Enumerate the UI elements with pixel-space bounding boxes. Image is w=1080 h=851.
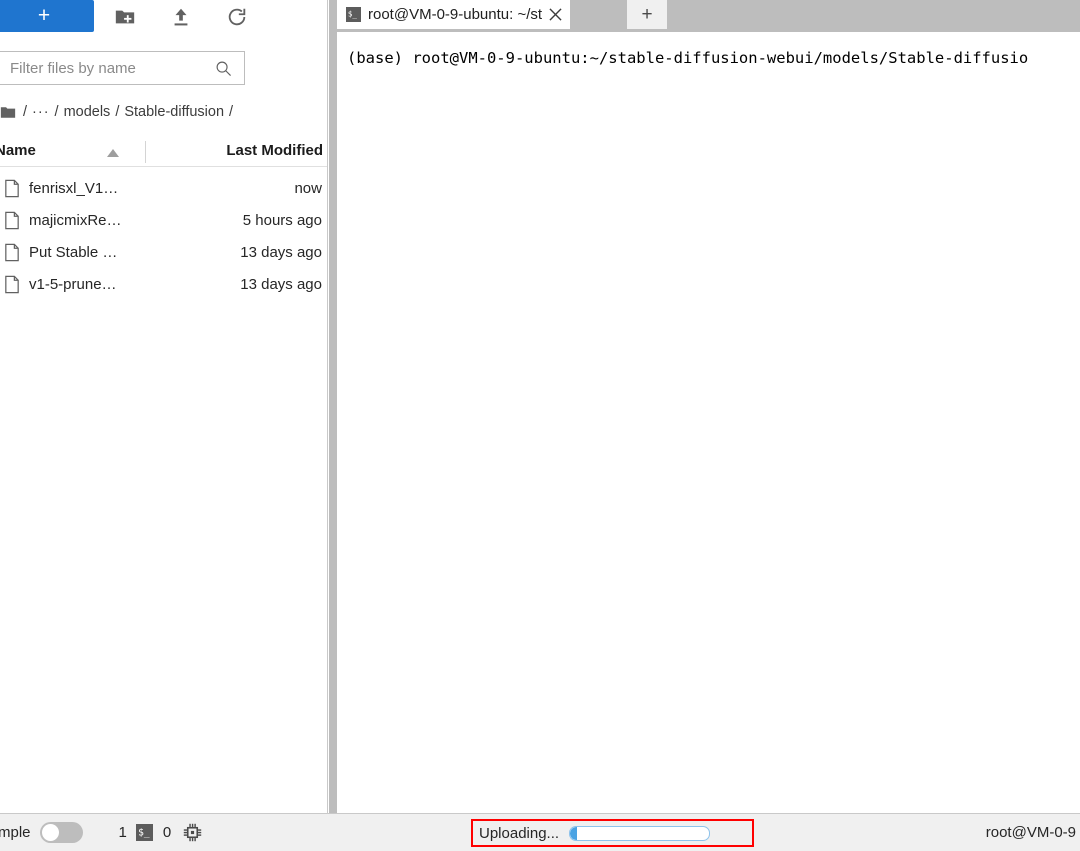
table-row[interactable]: majicmixRe… 5 hours ago xyxy=(0,204,327,236)
breadcrumb-separator-0: / xyxy=(23,104,28,120)
file-icon xyxy=(5,275,19,293)
cpu-chip-icon[interactable] xyxy=(183,823,202,842)
main-dock-area: $_ root@VM-0-9-ubuntu: ~/st + (base) roo… xyxy=(329,0,1080,813)
breadcrumb-item-stable-diffusion[interactable]: Stable-diffusion xyxy=(124,104,224,120)
new-tab-button[interactable]: + xyxy=(627,0,667,29)
filter-files-box[interactable] xyxy=(0,51,245,85)
file-modified: 5 hours ago xyxy=(242,211,322,229)
breadcrumb-separator-2: / xyxy=(115,104,120,120)
terminal-icon[interactable]: $_ xyxy=(135,824,153,841)
file-name: majicmixRe… xyxy=(29,211,122,229)
file-icon xyxy=(5,179,19,197)
file-name: Put Stable … xyxy=(29,243,118,261)
close-icon[interactable] xyxy=(549,8,562,21)
upload-status: Uploading... xyxy=(473,821,752,845)
table-row[interactable]: v1-5-prune… 13 days ago xyxy=(0,268,327,300)
file-list: fenrisxl_V1… now majicmixRe… 5 hours ago… xyxy=(0,172,327,300)
breadcrumb-separator-3: / xyxy=(229,104,234,120)
upload-progress-fill xyxy=(570,826,577,840)
tab-bar: $_ root@VM-0-9-ubuntu: ~/st + xyxy=(329,0,1080,29)
search-input[interactable] xyxy=(10,52,200,84)
file-browser-sidebar: + / ··· / models / Stable-dif xyxy=(0,0,328,813)
upload-progress-bar xyxy=(569,825,711,841)
simple-mode-label: mple xyxy=(0,824,31,841)
table-row[interactable]: Put Stable … 13 days ago xyxy=(0,236,327,268)
table-row[interactable]: fenrisxl_V1… now xyxy=(0,172,327,204)
breadcrumb-item-models[interactable]: models xyxy=(64,104,111,120)
file-modified: 13 days ago xyxy=(240,243,322,261)
simple-mode-toggle[interactable] xyxy=(39,822,83,843)
svg-text:$_: $_ xyxy=(348,9,358,18)
file-name: fenrisxl_V1… xyxy=(29,179,119,197)
new-folder-icon[interactable] xyxy=(114,6,136,28)
upload-icon[interactable] xyxy=(170,6,192,28)
terminal-output-line: (base) root@VM-0-9-ubuntu:~/stable-diffu… xyxy=(347,49,1029,67)
file-name: v1-5-prune… xyxy=(29,275,117,293)
column-header-last-modified[interactable]: Last Modified xyxy=(226,142,323,159)
upload-status-annotation: Uploading... xyxy=(471,819,754,847)
file-icon xyxy=(5,211,19,229)
file-modified: now xyxy=(294,179,322,197)
new-launcher-button[interactable]: + xyxy=(0,0,94,32)
sort-ascending-icon[interactable] xyxy=(106,149,120,157)
status-host-label: root@VM-0-9 xyxy=(985,824,1076,841)
folder-icon[interactable] xyxy=(0,106,16,119)
kernel-count[interactable]: 1 xyxy=(119,824,127,841)
file-icon xyxy=(5,243,19,261)
terminal-panel[interactable]: (base) root@VM-0-9-ubuntu:~/stable-diffu… xyxy=(337,32,1080,813)
tab-terminal[interactable]: $_ root@VM-0-9-ubuntu: ~/st xyxy=(337,0,571,29)
upload-status-label: Uploading... xyxy=(479,824,560,842)
refresh-icon[interactable] xyxy=(226,6,248,28)
toggle-knob xyxy=(41,824,59,841)
status-bar-left: mple 1 $_ 0 xyxy=(0,814,202,851)
breadcrumb: / ··· / models / Stable-diffusion / xyxy=(0,99,238,125)
terminal-icon: $_ xyxy=(346,7,361,22)
file-modified: 13 days ago xyxy=(240,275,322,293)
column-divider xyxy=(145,141,146,163)
column-header-name[interactable]: Name xyxy=(0,142,36,159)
file-browser-toolbar: + xyxy=(0,0,327,34)
breadcrumb-ellipsis[interactable]: ··· xyxy=(32,104,50,120)
plus-icon: + xyxy=(37,4,51,27)
search-icon[interactable] xyxy=(215,60,232,77)
svg-text:$_: $_ xyxy=(138,828,150,839)
notebook-count[interactable]: 0 xyxy=(163,824,171,841)
breadcrumb-separator-1: / xyxy=(54,104,59,120)
file-list-header: Name Last Modified xyxy=(0,136,327,167)
plus-icon: + xyxy=(641,4,653,25)
status-bar-right: root@VM-0-9 xyxy=(986,814,1076,851)
tab-label: root@VM-0-9-ubuntu: ~/st xyxy=(368,6,543,23)
